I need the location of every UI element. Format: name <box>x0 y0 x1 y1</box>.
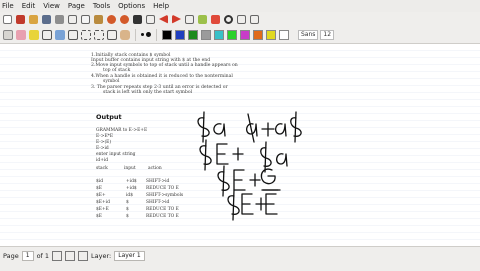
menu-options[interactable]: Options <box>118 1 145 11</box>
zoom-out-icon[interactable] <box>237 14 246 24</box>
save-icon[interactable] <box>42 14 51 24</box>
medium-dot-icon[interactable] <box>146 32 151 37</box>
color-palette <box>162 29 289 40</box>
page-up-icon[interactable] <box>65 251 76 261</box>
first-page-icon[interactable] <box>146 14 155 24</box>
new-file-icon[interactable] <box>3 14 12 24</box>
menu-help[interactable]: Help <box>153 1 169 11</box>
color-swatch[interactable] <box>201 29 211 40</box>
thin-dot-icon[interactable] <box>141 33 144 36</box>
status-bar: Page 1 of 1 Layer: Layer 1 <box>0 246 480 271</box>
hand-icon[interactable] <box>120 29 130 40</box>
fullscreen-icon[interactable] <box>250 14 259 24</box>
new-page-icon[interactable] <box>198 14 207 24</box>
toolbar-separator <box>135 28 136 41</box>
last-page-icon[interactable] <box>185 14 194 24</box>
font-selector[interactable]: Sans 12 <box>298 29 335 40</box>
redo-icon[interactable] <box>120 14 129 24</box>
handwriting-strokes <box>197 111 302 221</box>
color-swatch[interactable] <box>266 29 276 40</box>
menu-edit[interactable]: Edit <box>22 1 36 11</box>
page-navigation: Page 1 of 1 Layer: Layer 1 <box>3 251 145 261</box>
thickness-selector[interactable] <box>141 32 151 37</box>
page-input[interactable]: 1 <box>21 251 34 261</box>
select-region-icon[interactable] <box>81 29 91 40</box>
open-folder-icon[interactable] <box>29 14 38 24</box>
toolbar-separator <box>156 28 157 41</box>
annotate-pdf-icon[interactable] <box>16 14 25 24</box>
tools-toolbar: Sans 12 <box>0 26 480 44</box>
color-swatch[interactable] <box>227 29 237 40</box>
delete-icon[interactable] <box>133 14 142 24</box>
layer-label: Layer: <box>91 252 112 260</box>
font-name[interactable]: Sans <box>298 29 319 40</box>
font-size[interactable]: 12 <box>320 29 335 40</box>
color-swatch[interactable] <box>175 29 185 40</box>
color-swatch[interactable] <box>240 29 250 40</box>
undo-icon[interactable] <box>107 14 116 24</box>
color-swatch[interactable] <box>162 29 172 40</box>
menu-view[interactable]: View <box>43 1 60 11</box>
image-tool-icon[interactable] <box>55 29 65 40</box>
ruler-icon[interactable] <box>68 29 78 40</box>
highlighter-icon[interactable] <box>29 29 39 40</box>
menu-items: File Edit View Page Tools Options Help <box>2 1 169 11</box>
menu-tools[interactable]: Tools <box>93 1 110 11</box>
paste-icon[interactable] <box>94 14 103 24</box>
copy-icon[interactable] <box>81 14 90 24</box>
add-page-icon[interactable] <box>52 251 63 261</box>
menu-page[interactable]: Page <box>68 1 85 11</box>
page-label: Page <box>3 252 19 260</box>
journal-canvas[interactable]: 1.Initially stack contains $ symbol Inpu… <box>0 44 480 246</box>
prev-page-icon[interactable] <box>159 14 168 24</box>
print-icon[interactable] <box>55 14 64 24</box>
menu-file[interactable]: File <box>2 1 14 11</box>
color-swatch[interactable] <box>188 29 198 40</box>
color-swatch[interactable] <box>253 29 263 40</box>
zoom-icon[interactable] <box>224 14 233 24</box>
color-swatch[interactable] <box>279 29 289 40</box>
page-down-icon[interactable] <box>78 251 89 261</box>
vertical-space-icon[interactable] <box>107 29 117 40</box>
select-rect-icon[interactable] <box>94 29 104 40</box>
delete-page-icon[interactable] <box>211 14 220 24</box>
color-swatch[interactable] <box>214 29 224 40</box>
page-of-label: of 1 <box>36 252 50 260</box>
main-toolbar <box>0 12 480 26</box>
text-tool-icon[interactable] <box>42 29 52 40</box>
eraser-icon[interactable] <box>16 29 26 40</box>
cut-icon[interactable] <box>68 14 77 24</box>
next-page-icon[interactable] <box>172 14 181 24</box>
pen-icon[interactable] <box>3 29 13 40</box>
layer-select[interactable]: Layer 1 <box>114 251 145 261</box>
